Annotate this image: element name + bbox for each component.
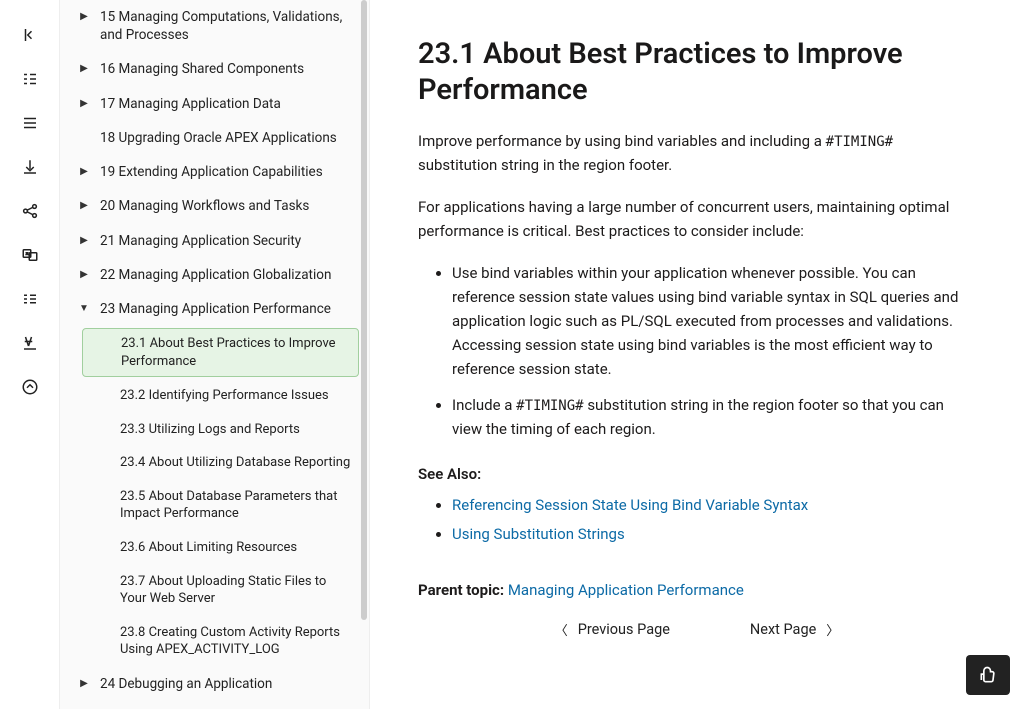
toc-item-label: 23.8 Creating Custom Activity Reports Us… — [120, 624, 355, 659]
toc-chapter[interactable]: ▶ 19 Extending Application Capabilities — [60, 155, 369, 189]
toc-item-label: 23.2 Identifying Performance Issues — [120, 387, 355, 405]
contents-icon[interactable] — [19, 112, 41, 134]
toc-section[interactable]: 23.5 About Database Parameters that Impa… — [60, 480, 369, 531]
intro-text-2: substitution string in the region footer… — [418, 156, 672, 174]
toc-chapter[interactable]: ▶ 21 Managing Application Security — [60, 224, 369, 258]
toc-section[interactable]: 23.4 About Utilizing Database Reporting — [60, 446, 369, 480]
toc-chapter[interactable]: ▼ 23 Managing Application Performance — [60, 292, 369, 326]
intro-text: Improve performance by using bind variab… — [418, 132, 826, 150]
list-item: Include a #TIMING# substitution string i… — [452, 393, 976, 441]
icon-rail — [0, 0, 60, 709]
intro-code: #TIMING# — [826, 134, 893, 150]
chevron-right-icon: ▶ — [76, 95, 92, 111]
toc-chapter[interactable]: ▶ 15 Managing Computations, Validations, … — [60, 0, 369, 52]
article-main: 23.1 About Best Practices to Improve Per… — [370, 0, 1024, 709]
paragraph-2: For applications having a large number o… — [418, 195, 976, 243]
parent-topic-label: Parent topic: — [418, 581, 504, 599]
toc-chapter[interactable]: ▶ 24 Debugging an Application — [60, 667, 369, 701]
format-icon[interactable] — [19, 332, 41, 354]
toc-section[interactable]: 23.7 About Uploading Static Files to You… — [60, 565, 369, 616]
toc-item-label: 16 Managing Shared Components — [100, 60, 355, 78]
feedback-button[interactable] — [966, 655, 1010, 695]
toc-section[interactable]: 23.6 About Limiting Resources — [60, 531, 369, 565]
list-item: Use bind variables within your applicati… — [452, 261, 976, 381]
toc-item-label: 22 Managing Application Globalization — [100, 266, 355, 284]
toc-chapter[interactable]: ▶ 17 Managing Application Data — [60, 87, 369, 121]
toc-item-label: 23 Managing Application Performance — [100, 300, 355, 318]
outline-icon[interactable] — [19, 68, 41, 90]
toc-sidebar: ▶ 15 Managing Computations, Validations, … — [60, 0, 370, 709]
toc-item-label: 23.4 About Utilizing Database Reporting — [120, 454, 355, 472]
chevron-right-icon: ▶ — [76, 163, 92, 179]
toc-section[interactable]: 23.3 Utilizing Logs and Reports — [60, 413, 369, 447]
download-icon[interactable] — [19, 156, 41, 178]
page-title: 23.1 About Best Practices to Improve Per… — [418, 36, 976, 109]
see-also-heading: See Also: — [418, 465, 976, 483]
chevron-down-icon: ▼ — [76, 300, 92, 316]
toc-item-label: 23.5 About Database Parameters that Impa… — [120, 488, 355, 523]
chevron-right-icon: ▶ — [76, 266, 92, 282]
toc-item-label: 23.3 Utilizing Logs and Reports — [120, 421, 355, 439]
list-item: Referencing Session State Using Bind Var… — [452, 491, 976, 520]
collapse-icon[interactable] — [19, 24, 41, 46]
previous-page-button[interactable]: 〈 Previous Page — [555, 620, 670, 639]
see-also-link[interactable]: Referencing Session State Using Bind Var… — [452, 496, 808, 514]
chevron-left-icon: 〈 — [555, 620, 568, 639]
toc-item-label: 24 Debugging an Application — [100, 675, 355, 693]
toc-item-label: 17 Managing Application Data — [100, 95, 355, 113]
scroll-top-icon[interactable] — [19, 376, 41, 398]
toc-chapter[interactable]: ▶ 16 Managing Shared Components — [60, 52, 369, 86]
chevron-right-icon — [76, 129, 92, 131]
chevron-right-icon: ▶ — [76, 8, 92, 24]
share-icon[interactable] — [19, 200, 41, 222]
toc-section[interactable]: 23.8 Creating Custom Activity Reports Us… — [60, 616, 369, 667]
toc-item-label: 23.1 About Best Practices to Improve Per… — [121, 335, 346, 370]
next-page-button[interactable]: Next Page 〉 — [750, 620, 839, 639]
toc-section[interactable]: 23.2 Identifying Performance Issues — [60, 379, 369, 413]
toc-item-label: 23.7 About Uploading Static Files to You… — [120, 573, 355, 608]
parent-topic-link[interactable]: Managing Application Performance — [508, 581, 744, 599]
toc-chapter[interactable]: 18 Upgrading Oracle APEX Applications — [60, 121, 369, 155]
see-also-link[interactable]: Using Substitution Strings — [452, 525, 625, 543]
chevron-right-icon: ▶ — [76, 60, 92, 76]
chevron-right-icon: ▶ — [76, 675, 92, 691]
chevron-right-icon: 〉 — [826, 620, 839, 639]
best-practices-list: Use bind variables within your applicati… — [418, 261, 976, 441]
toc-item-label: 19 Extending Application Capabilities — [100, 163, 355, 181]
toc-chapter[interactable]: ▶ 22 Managing Application Globalization — [60, 258, 369, 292]
list-item: Using Substitution Strings — [452, 520, 976, 549]
parent-topic: Parent topic: Managing Application Perfo… — [418, 578, 976, 602]
toc-item-label: 23.6 About Limiting Resources — [120, 539, 355, 557]
timing-code: #TIMING# — [516, 398, 583, 414]
previous-page-label: Previous Page — [578, 621, 670, 638]
sidebar-scrollbar[interactable] — [361, 0, 367, 620]
intro-paragraph: Improve performance by using bind variab… — [418, 129, 976, 177]
toc-item-label: 18 Upgrading Oracle APEX Applications — [100, 129, 355, 147]
toc-item-label: 20 Managing Workflows and Tasks — [100, 197, 355, 215]
toc-item-label: 21 Managing Application Security — [100, 232, 355, 250]
next-page-label: Next Page — [750, 621, 816, 638]
toc-item-label: 15 Managing Computations, Validations, a… — [100, 8, 355, 44]
toc-chapter[interactable]: ▶ 20 Managing Workflows and Tasks — [60, 189, 369, 223]
steps-icon[interactable] — [19, 288, 41, 310]
toc-chapter[interactable]: ▶25 Deploying an Application — [60, 701, 369, 709]
chevron-right-icon: ▶ — [76, 232, 92, 248]
toc-section[interactable]: 23.1 About Best Practices to Improve Per… — [82, 328, 359, 377]
chevron-right-icon: ▶ — [76, 197, 92, 213]
see-also-links: Referencing Session State Using Bind Var… — [418, 491, 976, 548]
pager: 〈 Previous Page Next Page 〉 — [418, 620, 976, 639]
translate-icon[interactable] — [19, 244, 41, 266]
